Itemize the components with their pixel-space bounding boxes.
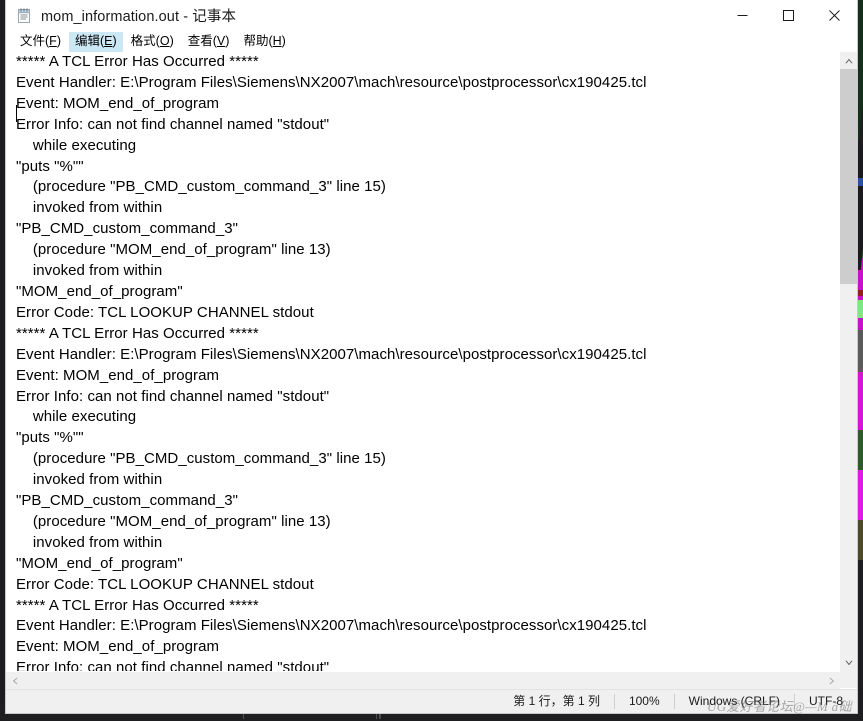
- scroll-left-icon[interactable]: [6, 672, 23, 689]
- menu-item-view-label: 查看(V): [187, 33, 230, 48]
- text-line: "puts "%"": [16, 429, 84, 447]
- scrollbar-corner: [840, 671, 857, 688]
- window-controls: [719, 0, 857, 31]
- window-title: mom_information.out - 记事本: [41, 9, 237, 25]
- text-line: (procedure "PB_CMD_custom_command_3" lin…: [16, 178, 386, 196]
- close-button[interactable]: [811, 0, 857, 31]
- document-lines: ***** A TCL Error Has Occurred ***** Even…: [16, 52, 839, 671]
- text-line: ***** A TCL Error Has Occurred *****: [16, 53, 259, 70]
- menu-item-edit[interactable]: 编辑(E): [68, 31, 123, 52]
- status-cursor-position: 第 1 行，第 1 列: [513, 694, 600, 708]
- menu-item-edit-label: 编辑(E): [74, 33, 117, 48]
- notepad-icon: [16, 8, 32, 24]
- text-line: Error Code: TCL LOOKUP CHANNEL stdout: [16, 303, 314, 321]
- status-zoom-level[interactable]: 100%: [613, 694, 674, 709]
- text-caret: [16, 105, 17, 122]
- text-line: (procedure "PB_CMD_custom_command_3" lin…: [16, 450, 386, 468]
- menu-item-view[interactable]: 查看(V): [182, 32, 236, 52]
- text-line: Event: MOM_end_of_program: [16, 366, 220, 384]
- text-line: (procedure "MOM_end_of_program" line 13): [16, 241, 331, 259]
- minimize-button[interactable]: [719, 0, 765, 31]
- text-line: invoked from within: [16, 262, 163, 280]
- text-line: "PB_CMD_custom_command_3": [16, 492, 238, 510]
- text-line: "puts "%"": [16, 157, 84, 175]
- menu-item-help[interactable]: 帮助(H): [237, 32, 291, 52]
- menu-item-file[interactable]: 文件(F): [14, 32, 67, 52]
- status-encoding[interactable]: UTF-8: [794, 694, 857, 709]
- notepad-window: mom_information.out - 记事本 文件(F) 编辑(E) 格式…: [6, 0, 857, 714]
- maximize-button[interactable]: [765, 0, 811, 31]
- editor-area: ***** A TCL Error Has Occurred ***** Even…: [6, 52, 857, 671]
- text-line: invoked from within: [16, 533, 163, 551]
- scroll-down-icon[interactable]: [840, 654, 857, 671]
- text-line: Event Handler: E:\Program Files\Siemens\…: [16, 73, 647, 91]
- text-line: "MOM_end_of_program": [16, 554, 183, 572]
- text-line: Error Info: can not find channel named "…: [16, 659, 330, 671]
- text-line: "PB_CMD_custom_command_3": [16, 220, 238, 238]
- menu-bar: 文件(F) 编辑(E) 格式(O) 查看(V) 帮助(H): [6, 31, 857, 52]
- scroll-up-icon[interactable]: [840, 52, 857, 69]
- text-line: Event: MOM_end_of_program: [16, 638, 220, 656]
- text-line: Error Info: can not find channel named "…: [16, 387, 330, 405]
- vertical-scroll-thumb[interactable]: [840, 69, 857, 284]
- text-line: (procedure "MOM_end_of_program" line 13): [16, 512, 331, 530]
- text-line: while executing: [16, 136, 137, 154]
- text-line: ***** A TCL Error Has Occurred *****: [16, 324, 259, 342]
- status-bar: 第 1 行，第 1 列 100% Windows (CRLF) UTF-8 UG…: [6, 689, 857, 714]
- menu-item-help-label: 帮助(H): [243, 33, 286, 48]
- text-line: invoked from within: [16, 199, 163, 217]
- text-line: Error Code: TCL LOOKUP CHANNEL stdout: [16, 575, 314, 593]
- text-line: Event: MOM_end_of_program: [16, 94, 220, 112]
- title-bar: mom_information.out - 记事本: [6, 0, 857, 31]
- text-line: invoked from within: [16, 471, 163, 489]
- vertical-scrollbar[interactable]: [839, 52, 857, 671]
- menu-item-file-label: 文件(F): [20, 33, 61, 48]
- text-line: ***** A TCL Error Has Occurred *****: [16, 596, 259, 614]
- horizontal-scroll-row: [6, 671, 857, 689]
- text-line: Event Handler: E:\Program Files\Siemens\…: [16, 617, 647, 635]
- text-line: while executing: [16, 408, 137, 426]
- status-line-ending[interactable]: Windows (CRLF): [673, 694, 794, 709]
- text-line: Error Info: can not find channel named "…: [16, 115, 330, 133]
- menu-item-format-label: 格式(O): [130, 33, 174, 48]
- menu-item-format[interactable]: 格式(O): [125, 32, 180, 52]
- text-editor[interactable]: ***** A TCL Error Has Occurred ***** Even…: [6, 52, 839, 671]
- text-line: "MOM_end_of_program": [16, 282, 183, 300]
- horizontal-scrollbar[interactable]: [6, 671, 840, 689]
- text-line: Event Handler: E:\Program Files\Siemens\…: [16, 345, 647, 363]
- scroll-right-icon[interactable]: [823, 672, 840, 689]
